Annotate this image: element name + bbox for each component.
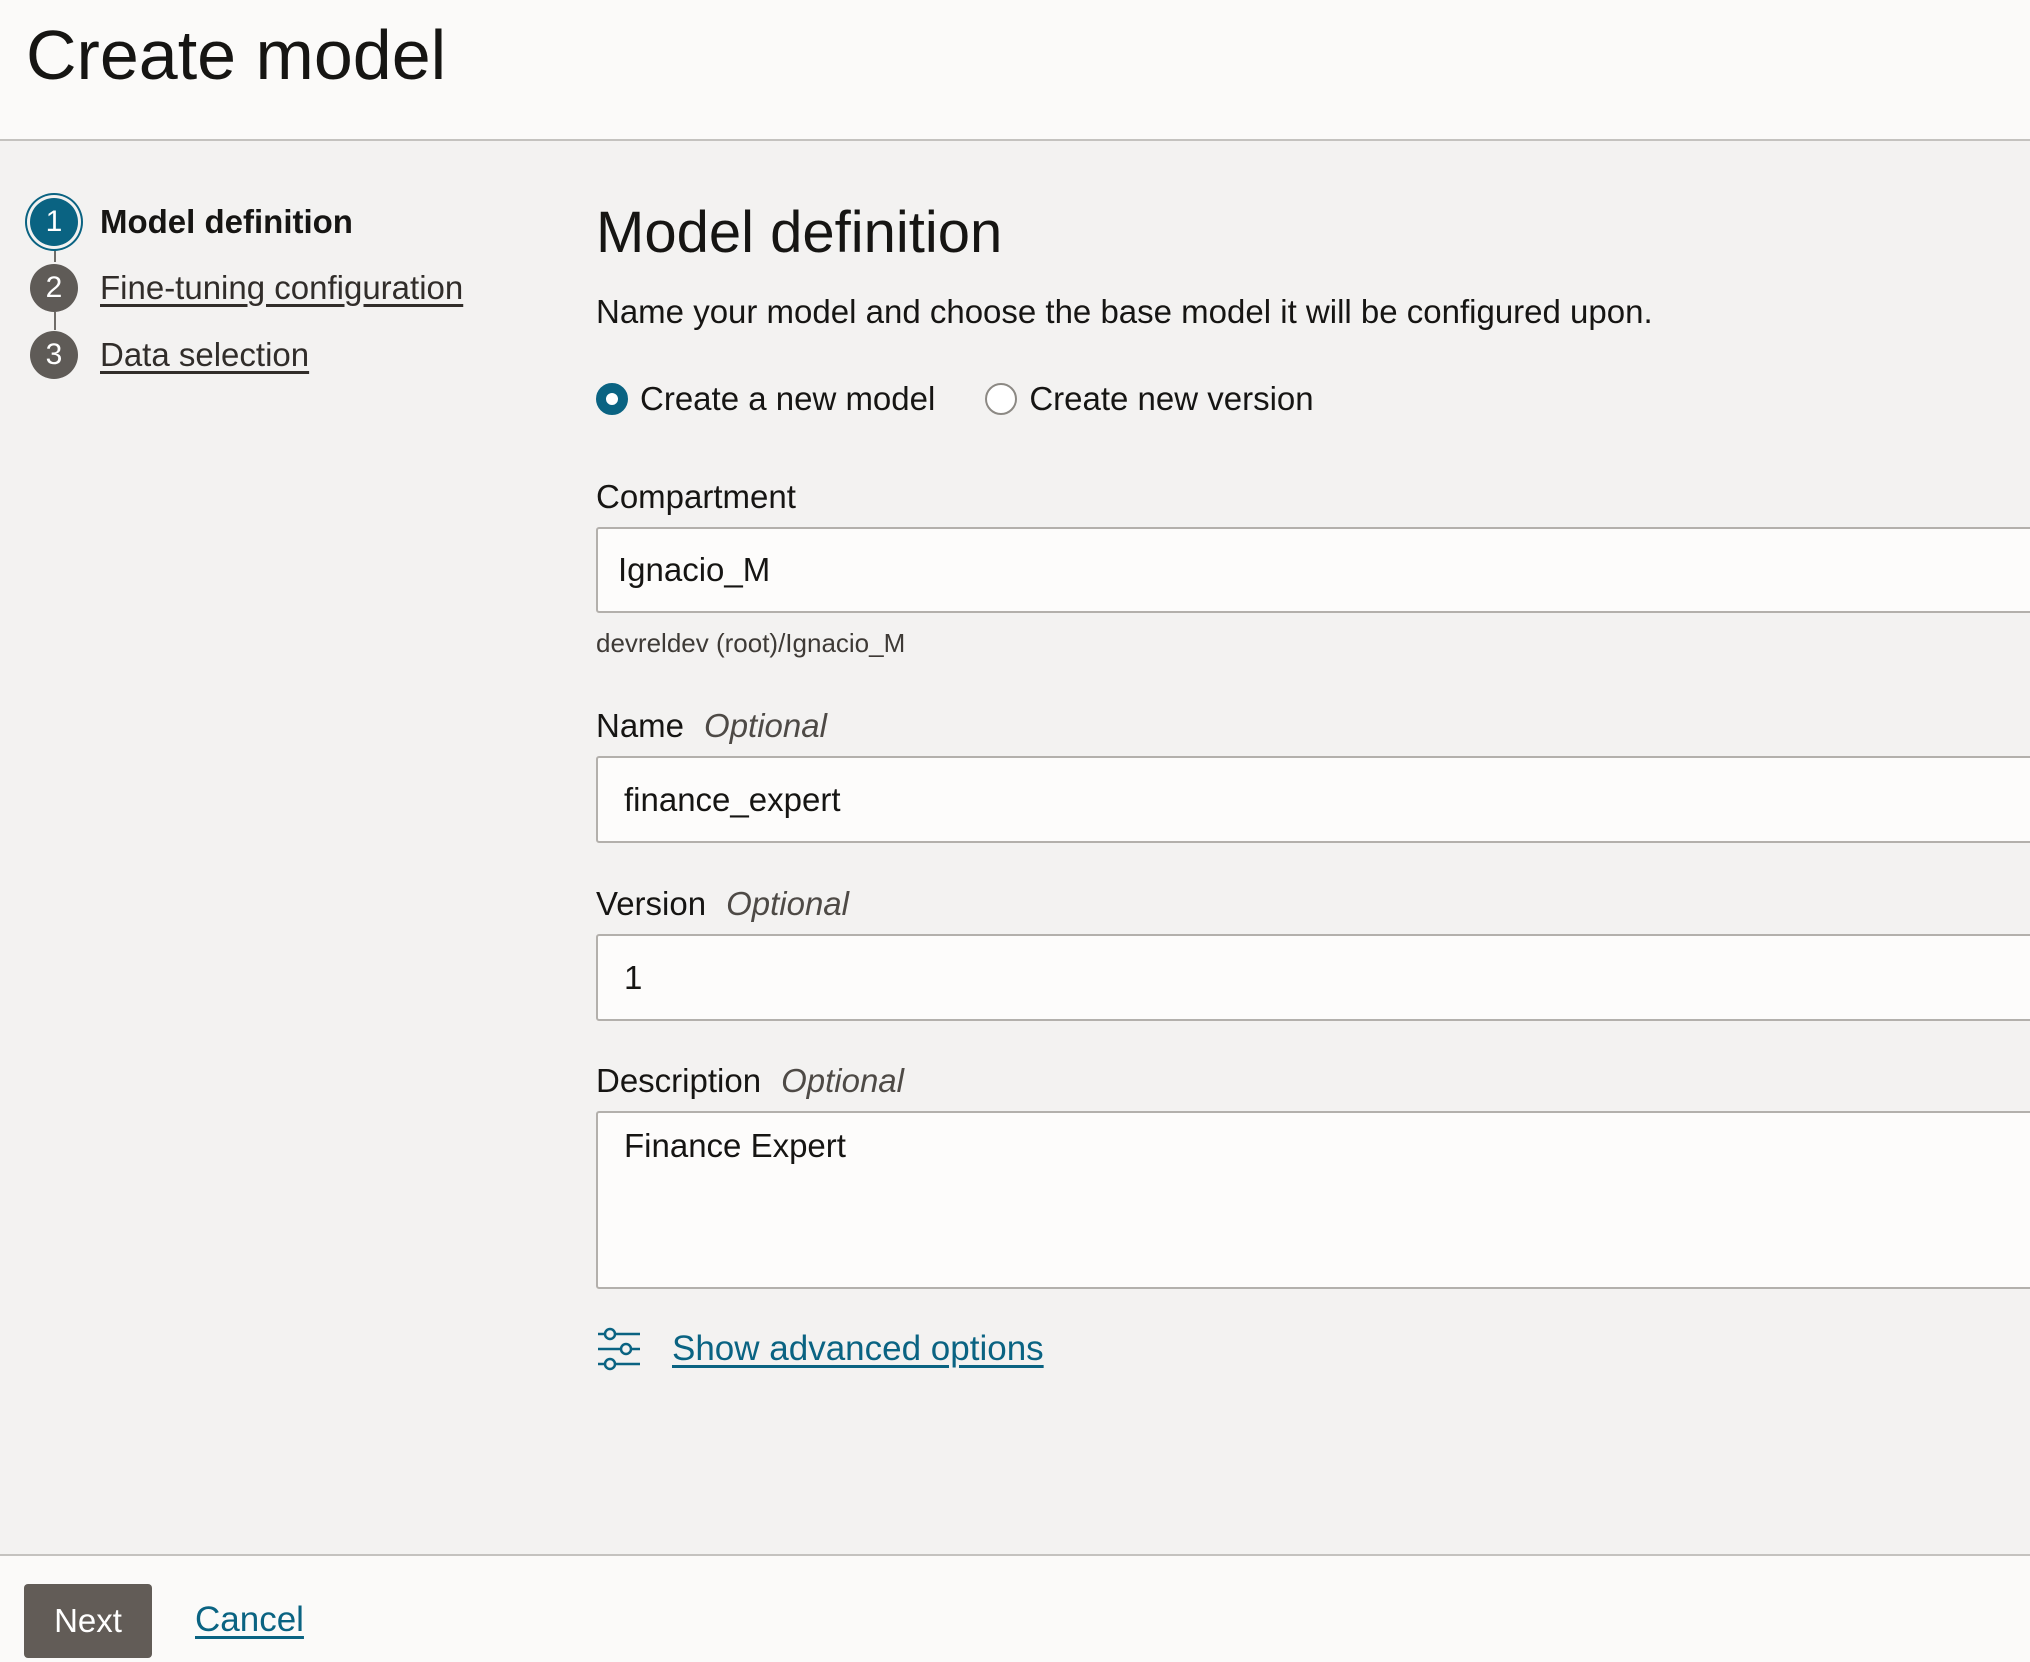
step-number-3: 3: [30, 331, 78, 379]
step-model-definition[interactable]: 1 Model definition: [30, 197, 353, 247]
wizard-footer: Next Cancel: [0, 1554, 2030, 1662]
step-number-1: 1: [30, 198, 78, 246]
description-textarea[interactable]: Finance Expert: [596, 1111, 2030, 1289]
description-label-text: Description: [596, 1062, 762, 1099]
version-value: 1: [624, 958, 643, 996]
description-label: Description Optional: [596, 1059, 904, 1103]
next-button[interactable]: Next: [24, 1584, 152, 1658]
radio-create-new-version[interactable]: Create new version: [985, 380, 1314, 418]
step-connector: [54, 312, 56, 330]
step-fine-tuning-configuration[interactable]: 2 Fine-tuning configuration: [30, 263, 463, 313]
model-type-radio-group: Create a new model Create new version: [596, 376, 1364, 422]
compartment-path-helper: devreldev (root)/Ignacio_M: [596, 628, 906, 658]
radio-selected-indicator[interactable]: [596, 383, 628, 415]
show-advanced-options-link[interactable]: Show advanced options: [672, 1329, 1044, 1369]
step-number-2: 2: [30, 264, 78, 312]
page-title: Create model: [26, 16, 447, 94]
step-connector: [54, 246, 56, 262]
description-value: Finance Expert: [624, 1127, 846, 1164]
name-value: finance_expert: [624, 780, 841, 818]
optional-indicator: Optional: [704, 707, 827, 744]
sliders-icon[interactable]: [596, 1326, 642, 1372]
radio-label[interactable]: Create new version: [1029, 380, 1313, 418]
name-label: Name Optional: [596, 704, 827, 748]
cancel-link[interactable]: Cancel: [195, 1600, 304, 1640]
version-input[interactable]: 1: [596, 934, 2030, 1021]
radio-label[interactable]: Create a new model: [640, 380, 935, 418]
compartment-value: Ignacio_M: [618, 551, 771, 588]
page-header: Create model: [0, 0, 2030, 141]
step-label: Model definition: [100, 203, 353, 240]
step-data-selection[interactable]: 3 Data selection: [30, 330, 309, 380]
name-input[interactable]: finance_expert: [596, 756, 2030, 843]
version-label-text: Version: [596, 885, 707, 922]
step-label[interactable]: Fine-tuning configuration: [100, 269, 463, 307]
section-description: Name your model and choose the base mode…: [596, 293, 1653, 330]
compartment-select[interactable]: Ignacio_M: [596, 527, 2030, 613]
optional-indicator: Optional: [781, 1062, 904, 1099]
section-title: Model definition: [596, 200, 1003, 265]
compartment-label: Compartment: [596, 475, 796, 519]
radio-create-new-model[interactable]: Create a new model: [596, 380, 935, 418]
name-label-text: Name: [596, 707, 685, 744]
optional-indicator: Optional: [726, 885, 849, 922]
version-label: Version Optional: [596, 882, 849, 926]
step-label[interactable]: Data selection: [100, 336, 309, 374]
advanced-options-toggle[interactable]: Show advanced options: [596, 1326, 1044, 1372]
compartment-label-text: Compartment: [596, 478, 796, 515]
radio-unselected-indicator[interactable]: [985, 383, 1018, 415]
